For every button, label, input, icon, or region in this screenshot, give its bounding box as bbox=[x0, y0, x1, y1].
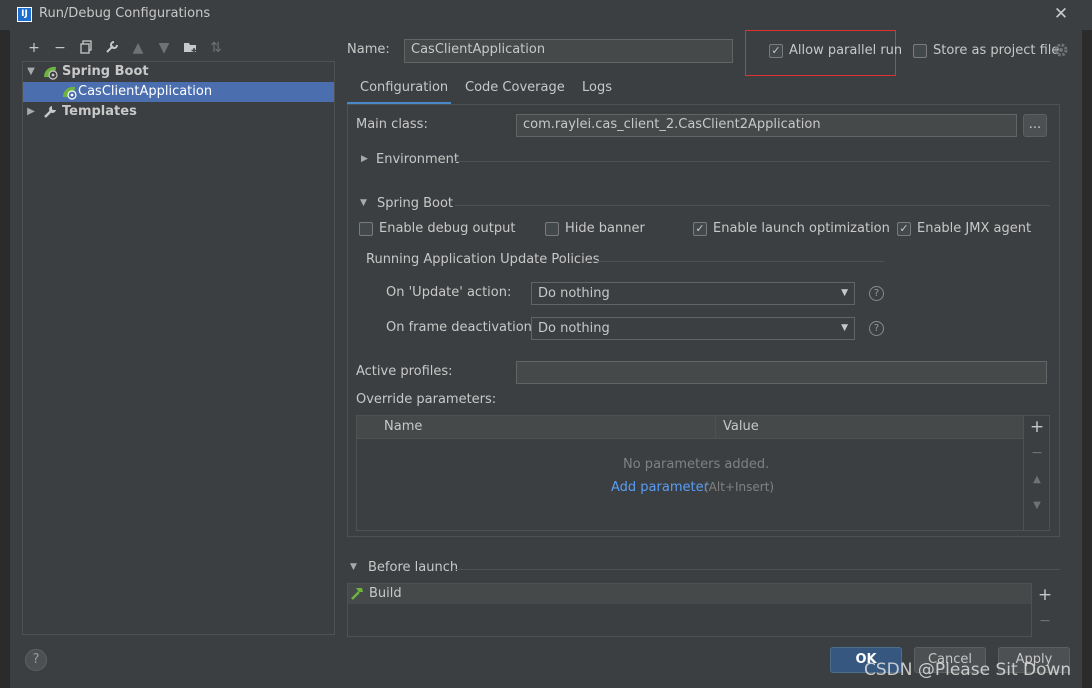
sort-icon[interactable]: ⇅ bbox=[208, 40, 224, 56]
add-parameter-hint: (Alt+Insert) bbox=[704, 480, 775, 494]
close-icon[interactable]: ✕ bbox=[1051, 3, 1071, 25]
column-divider bbox=[715, 416, 716, 439]
launch-optimization-label: Enable launch optimization bbox=[713, 221, 890, 236]
background-left bbox=[0, 30, 10, 688]
table-toolbar-divider bbox=[1023, 416, 1024, 530]
add-icon[interactable]: + bbox=[26, 40, 42, 56]
store-project-label: Store as project file bbox=[933, 43, 1060, 58]
update-action-select[interactable]: Do nothing ▼ bbox=[531, 282, 855, 305]
expand-arrow-icon[interactable]: ▼ bbox=[25, 62, 37, 82]
help-icon[interactable]: ? bbox=[869, 321, 884, 336]
launch-optimization-checkbox[interactable]: ✓ bbox=[693, 222, 707, 236]
override-parameters-label: Override parameters: bbox=[356, 392, 497, 407]
collapse-arrow-icon[interactable]: ▶ bbox=[25, 102, 37, 122]
active-profiles-label: Active profiles: bbox=[356, 364, 453, 379]
environment-label[interactable]: Environment bbox=[376, 152, 459, 167]
tree-toolbar: + − ▲ ▼ ⇅ bbox=[26, 38, 224, 58]
policies-title: Running Application Update Policies bbox=[366, 252, 600, 267]
configuration-tree: ▼ Spring Boot CasClientApplication ▶ Tem… bbox=[22, 61, 335, 635]
empty-table-text: No parameters added. bbox=[623, 457, 770, 472]
before-launch-item[interactable] bbox=[348, 584, 1031, 604]
chevron-down-icon: ▼ bbox=[841, 288, 848, 298]
debug-output-label: Enable debug output bbox=[379, 221, 516, 236]
name-label: Name: bbox=[347, 42, 390, 57]
intellij-icon: IJ bbox=[17, 7, 32, 22]
update-action-value: Do nothing bbox=[538, 286, 610, 301]
remove-icon[interactable]: − bbox=[1029, 445, 1045, 461]
store-project-checkbox[interactable] bbox=[913, 44, 927, 58]
background-right bbox=[1082, 30, 1092, 688]
main-class-field[interactable]: com.raylei.cas_client_2.CasClient2Applic… bbox=[516, 114, 1017, 137]
build-label: Build bbox=[369, 586, 402, 601]
frame-deactivation-value: Do nothing bbox=[538, 321, 610, 336]
before-launch-separator bbox=[456, 569, 1060, 570]
tab-configuration[interactable]: Configuration bbox=[360, 80, 448, 95]
allow-parallel-label: Allow parallel run bbox=[789, 43, 903, 58]
before-launch-label[interactable]: Before launch bbox=[368, 560, 458, 575]
wrench-icon bbox=[42, 104, 58, 120]
name-field[interactable]: CasClientApplication bbox=[404, 39, 733, 63]
hide-banner-checkbox[interactable] bbox=[545, 222, 559, 236]
folder-icon[interactable] bbox=[182, 40, 198, 56]
allow-parallel-checkbox[interactable]: ✓ bbox=[769, 44, 783, 58]
update-action-label: On 'Update' action: bbox=[386, 285, 512, 300]
tab-logs[interactable]: Logs bbox=[582, 80, 612, 95]
policies-separator bbox=[584, 261, 884, 262]
tab-code-coverage[interactable]: Code Coverage bbox=[465, 80, 565, 95]
move-down-icon[interactable]: ▼ bbox=[156, 40, 172, 56]
spring-boot-separator bbox=[455, 205, 1050, 206]
add-parameter-link[interactable]: Add parameter bbox=[611, 480, 709, 495]
tree-item-casclientapplication[interactable]: CasClientApplication bbox=[23, 82, 334, 102]
spring-boot-icon bbox=[42, 64, 58, 80]
build-hammer-icon bbox=[350, 586, 365, 601]
help-icon[interactable]: ? bbox=[869, 286, 884, 301]
environment-expand-icon[interactable]: ▶ bbox=[361, 154, 368, 164]
spring-boot-section-label[interactable]: Spring Boot bbox=[377, 196, 453, 211]
table-header bbox=[357, 416, 1024, 439]
frame-deactivation-label: On frame deactivation: bbox=[386, 320, 537, 335]
column-value[interactable]: Value bbox=[723, 419, 759, 434]
move-up-icon[interactable]: ▲ bbox=[1029, 472, 1045, 488]
move-up-icon[interactable]: ▲ bbox=[130, 40, 146, 56]
window-title: Run/Debug Configurations bbox=[39, 6, 211, 21]
spring-boot-icon bbox=[61, 84, 77, 100]
hide-banner-label: Hide banner bbox=[565, 221, 645, 236]
copy-icon[interactable] bbox=[78, 40, 94, 56]
tree-item-label: Spring Boot bbox=[62, 64, 149, 79]
add-icon[interactable]: + bbox=[1029, 419, 1045, 436]
main-class-label: Main class: bbox=[356, 117, 428, 132]
environment-separator bbox=[455, 161, 1050, 162]
spring-boot-collapse-icon[interactable]: ▼ bbox=[360, 198, 367, 208]
wrench-icon[interactable] bbox=[104, 40, 120, 56]
move-down-icon[interactable]: ▼ bbox=[1029, 498, 1045, 514]
tree-item-spring-boot[interactable]: ▼ Spring Boot bbox=[23, 62, 334, 82]
remove-icon[interactable]: − bbox=[1037, 613, 1053, 629]
debug-output-checkbox[interactable] bbox=[359, 222, 373, 236]
before-launch-collapse-icon[interactable]: ▼ bbox=[350, 562, 357, 572]
jmx-agent-label: Enable JMX agent bbox=[917, 221, 1032, 236]
chevron-down-icon: ▼ bbox=[841, 323, 848, 333]
frame-deactivation-select[interactable]: Do nothing ▼ bbox=[531, 317, 855, 340]
column-name[interactable]: Name bbox=[384, 419, 422, 434]
watermark: CSDN @Please Sit Down bbox=[864, 660, 1072, 680]
help-button[interactable]: ? bbox=[25, 649, 47, 671]
tree-item-templates[interactable]: ▶ Templates bbox=[23, 102, 334, 122]
gear-icon[interactable] bbox=[1053, 42, 1069, 58]
active-profiles-field[interactable] bbox=[516, 361, 1047, 384]
browse-button[interactable]: ... bbox=[1023, 114, 1047, 137]
tree-item-label: CasClientApplication bbox=[78, 84, 213, 99]
remove-icon[interactable]: − bbox=[52, 40, 68, 56]
tree-item-label: Templates bbox=[62, 104, 137, 119]
jmx-agent-checkbox[interactable]: ✓ bbox=[897, 222, 911, 236]
add-icon[interactable]: + bbox=[1037, 587, 1053, 604]
